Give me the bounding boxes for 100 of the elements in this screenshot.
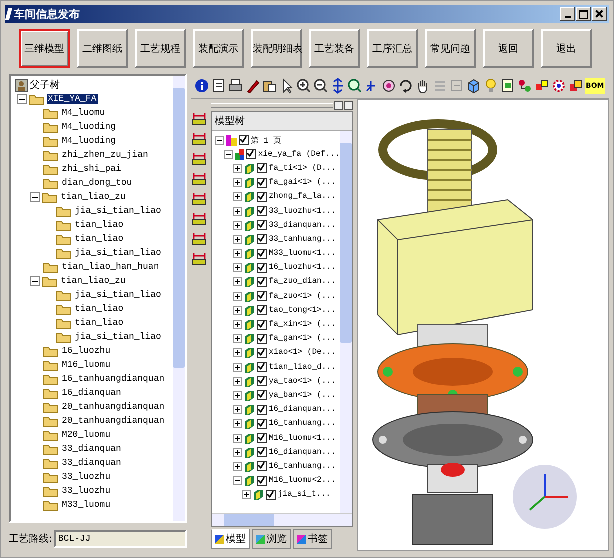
maximize-button[interactable] bbox=[576, 7, 591, 21]
tree-item[interactable]: dian_dong_tou bbox=[61, 178, 134, 188]
model-tree-item[interactable]: M16_luomu<1... bbox=[269, 434, 336, 443]
model-tree-item[interactable]: 33_dianquan... bbox=[269, 220, 336, 230]
visibility-checkbox[interactable] bbox=[257, 447, 267, 458]
visibility-checkbox[interactable] bbox=[257, 276, 267, 287]
model-tree-item[interactable]: 16_dianquan... bbox=[269, 405, 336, 414]
expand-toggle[interactable] bbox=[233, 234, 242, 244]
model-tree-item[interactable]: 33_luozhu<1... bbox=[269, 206, 336, 216]
model-tree-item[interactable]: 第 1 页 bbox=[251, 134, 282, 146]
expand-toggle[interactable] bbox=[233, 192, 242, 202]
tree-item[interactable]: zhi_shi_pai bbox=[61, 164, 122, 174]
expand-toggle[interactable] bbox=[233, 320, 242, 330]
tree-item[interactable]: M4_luoding bbox=[61, 136, 118, 146]
tree-item[interactable]: XIE_YA_FA bbox=[47, 94, 98, 104]
model-tree-item[interactable]: 33_tanhuang... bbox=[269, 234, 336, 244]
tree-item[interactable]: 33_luozhu bbox=[61, 472, 112, 482]
nav-button[interactable]: 返回 bbox=[483, 29, 534, 68]
tree-item[interactable]: 20_tanhuangdianquan bbox=[61, 402, 166, 412]
model-tree-item[interactable]: 16_tanhuang... bbox=[269, 419, 336, 428]
visibility-checkbox[interactable] bbox=[257, 376, 267, 386]
horizontal-scrollbar[interactable] bbox=[212, 513, 352, 526]
expand-toggle[interactable] bbox=[233, 448, 242, 457]
expand-toggle[interactable] bbox=[233, 390, 242, 400]
visibility-checkbox[interactable] bbox=[257, 320, 267, 330]
tree-item[interactable]: 20_tanhuangdianquan bbox=[61, 416, 166, 426]
tree-item[interactable]: tian_liao bbox=[74, 318, 125, 328]
minimize-button[interactable] bbox=[560, 7, 575, 21]
info-icon[interactable] bbox=[194, 78, 210, 94]
zoom-window-icon[interactable] bbox=[347, 78, 363, 94]
model-tree-item[interactable]: fa_xin<1> (... bbox=[269, 320, 336, 330]
visibility-checkbox[interactable] bbox=[257, 192, 267, 202]
visibility-checkbox[interactable] bbox=[257, 291, 267, 302]
tree-item[interactable]: M33_luomu bbox=[61, 500, 112, 510]
visibility-checkbox[interactable] bbox=[257, 404, 267, 415]
model-tree-item[interactable]: zhong_fa_la... bbox=[269, 192, 336, 202]
rotate-icon[interactable] bbox=[398, 78, 414, 94]
tree-item[interactable]: 33_dianquan bbox=[61, 458, 122, 468]
expand-toggle[interactable] bbox=[233, 376, 242, 386]
expand-toggle[interactable] bbox=[233, 164, 242, 173]
visibility-checkbox[interactable] bbox=[266, 490, 276, 500]
nav-button[interactable]: 三维模型 bbox=[19, 29, 70, 68]
properties-icon[interactable] bbox=[500, 78, 516, 94]
expand-toggle[interactable] bbox=[233, 220, 242, 230]
visibility-checkbox[interactable] bbox=[257, 206, 267, 216]
visibility-checkbox[interactable] bbox=[257, 163, 267, 174]
model-tree-item[interactable]: tian_liao_d... bbox=[269, 362, 336, 372]
tree-item[interactable]: 16_tanhuangdianquan bbox=[61, 374, 166, 384]
visibility-checkbox[interactable] bbox=[246, 149, 256, 160]
nav-button[interactable]: 装配演示 bbox=[193, 29, 244, 68]
visibility-checkbox[interactable] bbox=[257, 390, 267, 400]
tree-item[interactable]: tian_liao_zu bbox=[60, 192, 127, 202]
model-tree-item[interactable]: ya_ban<1> (... bbox=[269, 390, 336, 400]
model-tree-item[interactable]: fa_zuo_dian... bbox=[269, 277, 336, 286]
visibility-checkbox[interactable] bbox=[257, 334, 267, 344]
visibility-checkbox[interactable] bbox=[257, 262, 267, 273]
expand-toggle[interactable] bbox=[224, 150, 233, 159]
tree-item[interactable]: M4_luomu bbox=[61, 108, 106, 118]
tree-item[interactable]: 33_luozhu bbox=[61, 486, 112, 496]
model-tree-item[interactable]: fa_gan<1> (... bbox=[269, 334, 336, 344]
model-tree-item[interactable]: ya_tao<1> (... bbox=[269, 376, 336, 386]
expand-toggle[interactable] bbox=[233, 348, 242, 358]
expand-toggle[interactable] bbox=[233, 263, 242, 272]
expand-toggle[interactable] bbox=[233, 206, 242, 216]
route-field[interactable]: BCL-JJ bbox=[54, 530, 187, 548]
visibility-checkbox[interactable] bbox=[257, 178, 267, 188]
panel-grip[interactable] bbox=[211, 102, 333, 108]
expand-toggle[interactable] bbox=[242, 490, 251, 500]
expand-toggle[interactable] bbox=[233, 334, 242, 344]
expand-toggle[interactable] bbox=[30, 192, 40, 202]
assembly-tree-icon[interactable] bbox=[517, 78, 533, 94]
nav-button[interactable]: 工序汇总 bbox=[367, 29, 418, 68]
model-tree-item[interactable]: 16_tanhuang... bbox=[269, 462, 336, 471]
tree-item[interactable]: 16_dianquan bbox=[61, 388, 122, 398]
expand-toggle[interactable] bbox=[233, 249, 242, 258]
visibility-checkbox[interactable] bbox=[257, 418, 267, 429]
document-icon[interactable] bbox=[211, 78, 227, 94]
tree-item[interactable]: jia_si_tian_liao bbox=[74, 206, 162, 216]
fit-arrows-icon[interactable] bbox=[330, 78, 346, 94]
model-tree-item[interactable]: 16_dianquan... bbox=[269, 448, 336, 457]
vertical-scrollbar[interactable] bbox=[173, 76, 185, 521]
tree-item[interactable]: tian_liao bbox=[74, 304, 125, 314]
visibility-checkbox[interactable] bbox=[239, 135, 249, 146]
expand-toggle[interactable] bbox=[233, 178, 242, 188]
visibility-checkbox[interactable] bbox=[257, 433, 267, 444]
model-tree-item[interactable]: jia_si_t... bbox=[278, 490, 331, 500]
model-tree-item[interactable]: M16_luomu<2... bbox=[269, 476, 336, 486]
model-tree-item[interactable]: xiao<1> (De... bbox=[269, 348, 336, 358]
expand-toggle[interactable] bbox=[233, 277, 242, 286]
nav-button[interactable]: 常见问题 bbox=[425, 29, 476, 68]
expand-toggle[interactable] bbox=[233, 306, 242, 315]
tree-item[interactable]: 16_luozhu bbox=[61, 346, 112, 356]
model-tree-item[interactable]: fa_ti<1> (D... bbox=[269, 164, 336, 173]
nav-button[interactable]: 装配明细表 bbox=[251, 29, 302, 68]
model-tree-item[interactable]: tao_tong<1>... bbox=[269, 306, 336, 315]
tree-item[interactable]: M4_luoding bbox=[61, 122, 118, 132]
measure-distance-icon[interactable] bbox=[192, 111, 206, 126]
visibility-checkbox[interactable] bbox=[257, 220, 267, 230]
tree-item[interactable]: jia_si_tian_liao bbox=[74, 290, 162, 300]
restore-panel-button[interactable] bbox=[334, 100, 343, 110]
